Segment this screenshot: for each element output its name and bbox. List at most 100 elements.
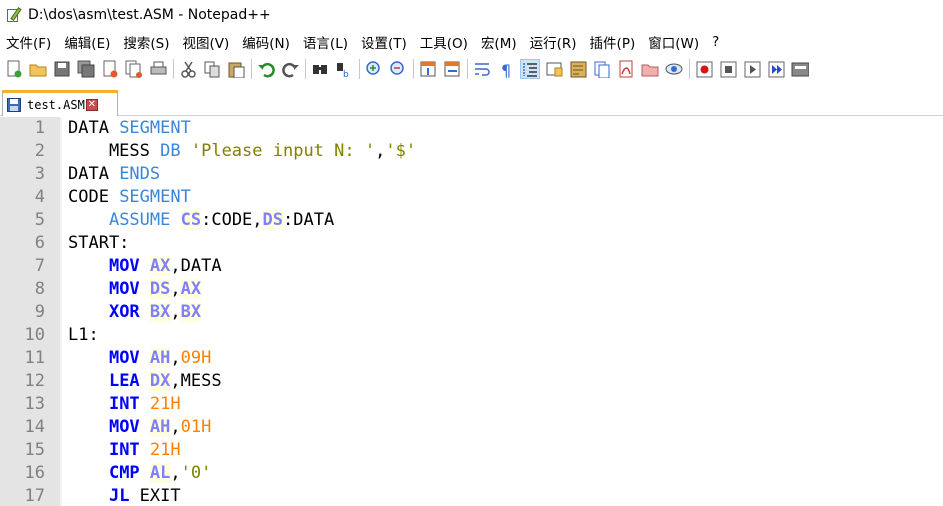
indent-guide-icon[interactable] — [520, 59, 540, 79]
line-number: 5 — [34, 210, 45, 230]
code-token: XOR — [108, 302, 140, 322]
folder-workspace-icon[interactable] — [640, 59, 660, 79]
line-code: CODE SEGMENT — [68, 186, 191, 209]
line-code: MOV AH,01H — [68, 416, 211, 439]
save-all-icon[interactable] — [76, 59, 96, 79]
menu-item-9[interactable]: 运行(R) — [530, 32, 577, 52]
menu-item-10[interactable]: 插件(P) — [590, 32, 636, 52]
stop-macro-icon[interactable] — [718, 59, 738, 79]
code-line[interactable]: 8 MOV DS,AX — [0, 278, 943, 301]
code-token: :CODE, — [201, 210, 263, 230]
toolbar-separator — [305, 59, 306, 79]
tab-close-icon[interactable]: ✕ — [85, 98, 98, 111]
udl-icon[interactable] — [544, 59, 564, 79]
code-line[interactable]: 14 MOV AH,01H — [0, 416, 943, 439]
code-token: :DATA — [283, 210, 335, 230]
save-icon[interactable] — [52, 59, 72, 79]
line-number: 9 — [34, 302, 45, 322]
sync-horizontal-icon[interactable] — [442, 59, 462, 79]
print-icon[interactable] — [148, 59, 168, 79]
editor[interactable]: 1 DATA SEGMENT 2 MESS DB 'Please input N: … — [0, 117, 943, 506]
find-icon[interactable] — [310, 59, 330, 79]
zoom-out-icon[interactable] — [388, 59, 408, 79]
sync-vertical-icon[interactable] — [418, 59, 438, 79]
code-line[interactable]: 4 CODE SEGMENT — [0, 186, 943, 209]
new-file-icon[interactable] — [4, 59, 24, 79]
line-number: 13 — [24, 394, 45, 414]
pdf-icon[interactable] — [616, 59, 636, 79]
code-line[interactable]: 5 ASSUME CS:CODE,DS:DATA — [0, 209, 943, 232]
line-code: INT 21H — [68, 393, 181, 416]
menu-item-6[interactable]: 设置(T) — [361, 32, 407, 52]
run-macro-multiple-icon[interactable] — [766, 59, 786, 79]
line-number: 17 — [24, 486, 45, 506]
play-macro-icon[interactable] — [742, 59, 762, 79]
code-token: AH — [149, 417, 171, 437]
line-number: 16 — [24, 463, 45, 483]
line-code: MOV AH,09H — [68, 347, 211, 370]
toolbar-separator — [173, 59, 174, 79]
record-macro-icon[interactable] — [694, 59, 714, 79]
code-line[interactable]: 2 MESS DB 'Please input N: ','$' — [0, 140, 943, 163]
close-all-icon[interactable] — [124, 59, 144, 79]
copy-icon[interactable] — [202, 59, 222, 79]
code-line[interactable]: 3 DATA ENDS — [0, 163, 943, 186]
zoom-in-icon[interactable] — [364, 59, 384, 79]
line-number: 11 — [24, 348, 45, 368]
menu-item-8[interactable]: 宏(M) — [481, 32, 517, 52]
code-token: DS — [149, 279, 171, 299]
code-token: ,DATA — [170, 256, 222, 276]
toolbar-separator — [359, 59, 360, 79]
cut-icon[interactable] — [178, 59, 198, 79]
document-map-icon[interactable] — [568, 59, 588, 79]
code-token: MESS — [68, 141, 161, 161]
code-token: MOV — [108, 256, 140, 276]
monitor-icon[interactable] — [664, 59, 684, 79]
code-token: DS — [262, 210, 284, 230]
menu-item-11[interactable]: 窗口(W) — [648, 32, 699, 52]
code-token: CODE — [68, 187, 120, 207]
undo-icon[interactable] — [256, 59, 276, 79]
code-token: SEGMENT — [119, 187, 191, 207]
line-code: INT 21H — [68, 439, 181, 462]
code-line[interactable]: 13 INT 21H — [0, 393, 943, 416]
code-line[interactable]: 9 XOR BX,BX — [0, 301, 943, 324]
code-token: START: — [68, 233, 130, 253]
code-line[interactable]: 10 L1: — [0, 324, 943, 347]
replace-icon[interactable]: b — [334, 59, 354, 79]
menu-item-2[interactable]: 搜索(S) — [123, 32, 169, 52]
code-line[interactable]: 1 DATA SEGMENT — [0, 117, 943, 140]
menu-item-12[interactable]: ? — [712, 34, 719, 50]
line-code: JL EXIT — [68, 485, 181, 506]
code-line[interactable]: 16 CMP AL,'0' — [0, 462, 943, 485]
menu-item-3[interactable]: 视图(V) — [183, 32, 230, 52]
line-number: 3 — [34, 164, 45, 184]
save-macro-icon[interactable] — [790, 59, 810, 79]
menu-item-0[interactable]: 文件(F) — [6, 32, 51, 52]
open-file-icon[interactable] — [28, 59, 48, 79]
close-icon[interactable] — [100, 59, 120, 79]
code-line[interactable]: 7 MOV AX,DATA — [0, 255, 943, 278]
code-line[interactable]: 15 INT 21H — [0, 439, 943, 462]
code-line[interactable]: 6 START: — [0, 232, 943, 255]
code-line[interactable]: 12 LEA DX,MESS — [0, 370, 943, 393]
menu-item-1[interactable]: 编辑(E) — [64, 32, 110, 52]
code-line[interactable]: 17 JL EXIT — [0, 485, 943, 506]
svg-text:b: b — [343, 70, 349, 78]
redo-icon[interactable] — [280, 59, 300, 79]
tab-test-asm[interactable]: test.ASM ✕ — [2, 90, 118, 116]
line-number: 12 — [24, 371, 45, 391]
menu-item-7[interactable]: 工具(O) — [420, 32, 468, 52]
code-line[interactable]: 11 MOV AH,09H — [0, 347, 943, 370]
word-wrap-icon[interactable] — [472, 59, 492, 79]
show-all-chars-icon[interactable]: ¶ — [496, 59, 516, 79]
paste-icon[interactable] — [226, 59, 246, 79]
code-token: MOV — [108, 279, 140, 299]
function-list-icon[interactable] — [592, 59, 612, 79]
menu-item-5[interactable]: 语言(L) — [303, 32, 348, 52]
menu-item-4[interactable]: 编码(N) — [242, 32, 290, 52]
